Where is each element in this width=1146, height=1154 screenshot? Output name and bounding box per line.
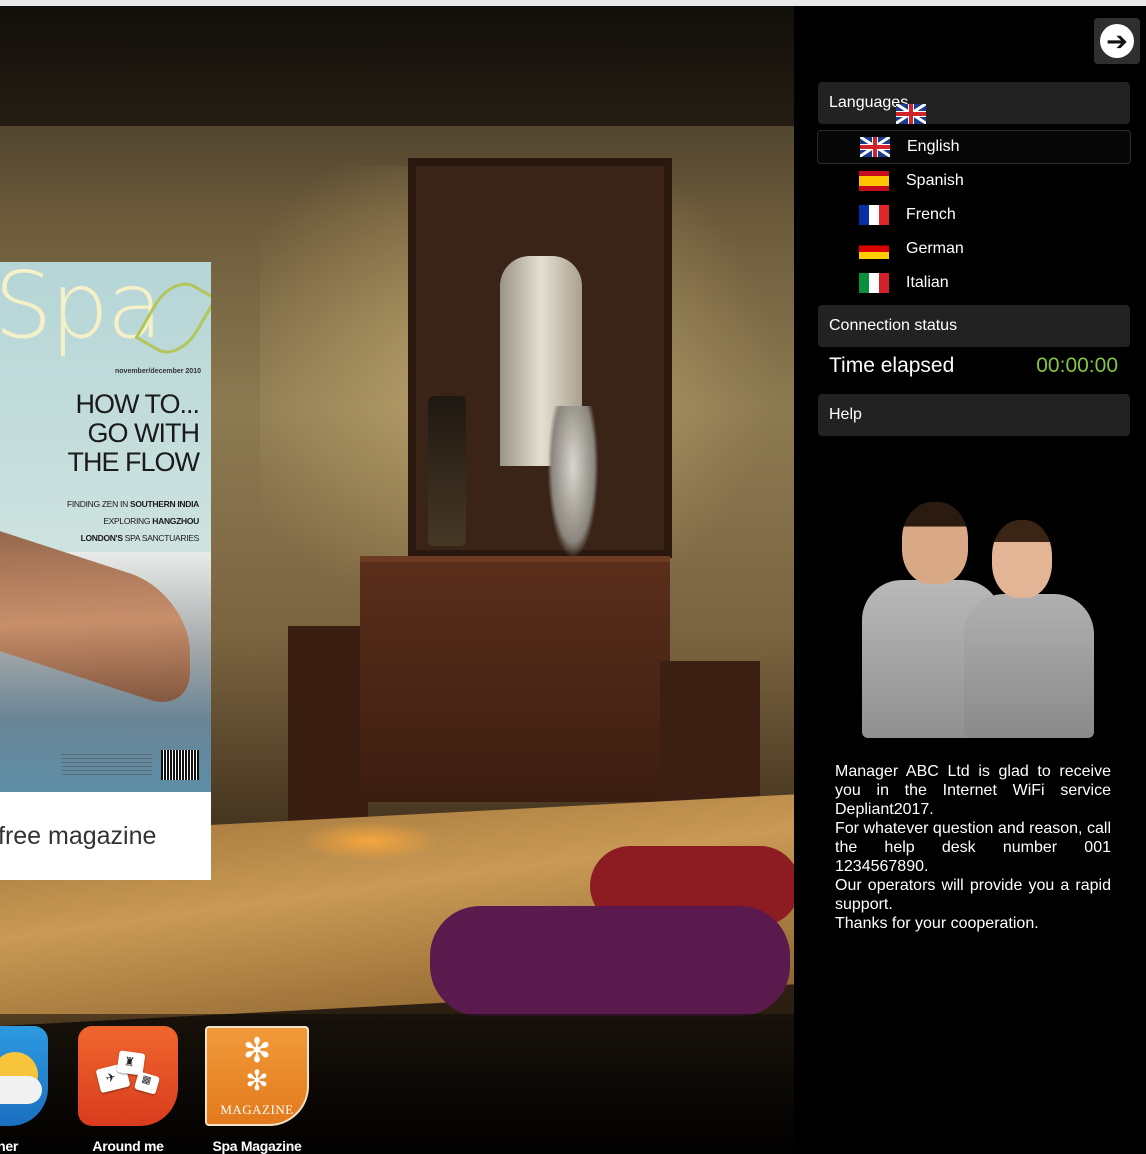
language-list: English Spanish French German Italian <box>817 130 1131 300</box>
barcode-icon <box>161 750 199 780</box>
magazine-cover[interactable]: Spa november/december 2010 HOW TO... GO … <box>0 262 211 792</box>
wooden-cabinet <box>360 556 670 802</box>
purple-cushion <box>430 906 790 1016</box>
around-me-icon[interactable]: ✈ ♜ ▦ <box>78 1026 178 1126</box>
side-panel: ➔ Languages English Spanish French Germa… <box>794 6 1146 1154</box>
next-button[interactable]: ➔ <box>1094 18 1140 64</box>
arrow-right-circle-icon: ➔ <box>1100 24 1134 58</box>
palm-icon: ✻ <box>242 1032 272 1070</box>
france-flag-icon <box>859 205 889 225</box>
spa-magazine-icon[interactable]: ✻ ✻ MAGAZINE <box>205 1026 309 1126</box>
languages-header[interactable]: Languages <box>818 82 1130 124</box>
app-around-me-label: Around me <box>92 1138 164 1154</box>
magazine-card[interactable]: Spa november/december 2010 HOW TO... GO … <box>0 262 211 880</box>
germany-flag-icon <box>859 239 889 259</box>
cabinet-left <box>288 626 368 826</box>
magazine-caption[interactable]: free magazine <box>0 792 211 880</box>
app-spa-magazine[interactable]: ✻ ✻ MAGAZINE Spa Magazine <box>205 1026 309 1154</box>
cover-fine-print <box>62 754 152 778</box>
language-french[interactable]: French <box>817 198 1131 232</box>
candles <box>300 821 440 861</box>
weather-icon[interactable] <box>0 1026 48 1126</box>
tile-text: MAGAZINE <box>220 1102 294 1117</box>
cover-headline: HOW TO... GO WITH THE FLOW <box>67 389 200 477</box>
time-elapsed-row: Time elapsed 00:00:00 <box>829 354 1118 378</box>
welcome-message: Manager ABC Ltd is glad to receive you i… <box>835 763 1111 932</box>
app-around-me[interactable]: ✈ ♜ ▦ Around me <box>78 1026 178 1154</box>
cover-date: november/december 2010 <box>115 368 201 375</box>
help-header[interactable]: Help <box>818 394 1130 436</box>
language-english[interactable]: English <box>817 130 1131 164</box>
app-weather-label: ther <box>0 1138 18 1154</box>
app-weather[interactable]: ther <box>0 1026 48 1154</box>
time-elapsed-value: 00:00:00 <box>1036 354 1118 377</box>
time-elapsed-label: Time elapsed <box>829 354 955 377</box>
uk-flag-icon <box>896 104 927 124</box>
uk-flag-icon <box>860 137 890 157</box>
language-italian[interactable]: Italian <box>817 266 1131 300</box>
italy-flag-icon <box>859 273 889 293</box>
language-german[interactable]: German <box>817 232 1131 266</box>
spain-flag-icon <box>859 171 889 191</box>
support-staff-photo <box>852 498 1102 738</box>
lantern <box>428 396 466 546</box>
connection-status-header[interactable]: Connection status <box>818 305 1130 347</box>
cover-subheadlines: FINDING ZEN IN SOUTHERN INDIA EXPLORING … <box>66 499 199 543</box>
ceiling <box>0 6 794 126</box>
language-spanish[interactable]: Spanish <box>817 164 1131 198</box>
cover-logo: Spa <box>0 262 163 359</box>
app-spa-magazine-label: Spa Magazine <box>212 1138 302 1154</box>
palm-icon-small: ✻ <box>245 1065 269 1096</box>
dragon-statue <box>548 406 598 556</box>
